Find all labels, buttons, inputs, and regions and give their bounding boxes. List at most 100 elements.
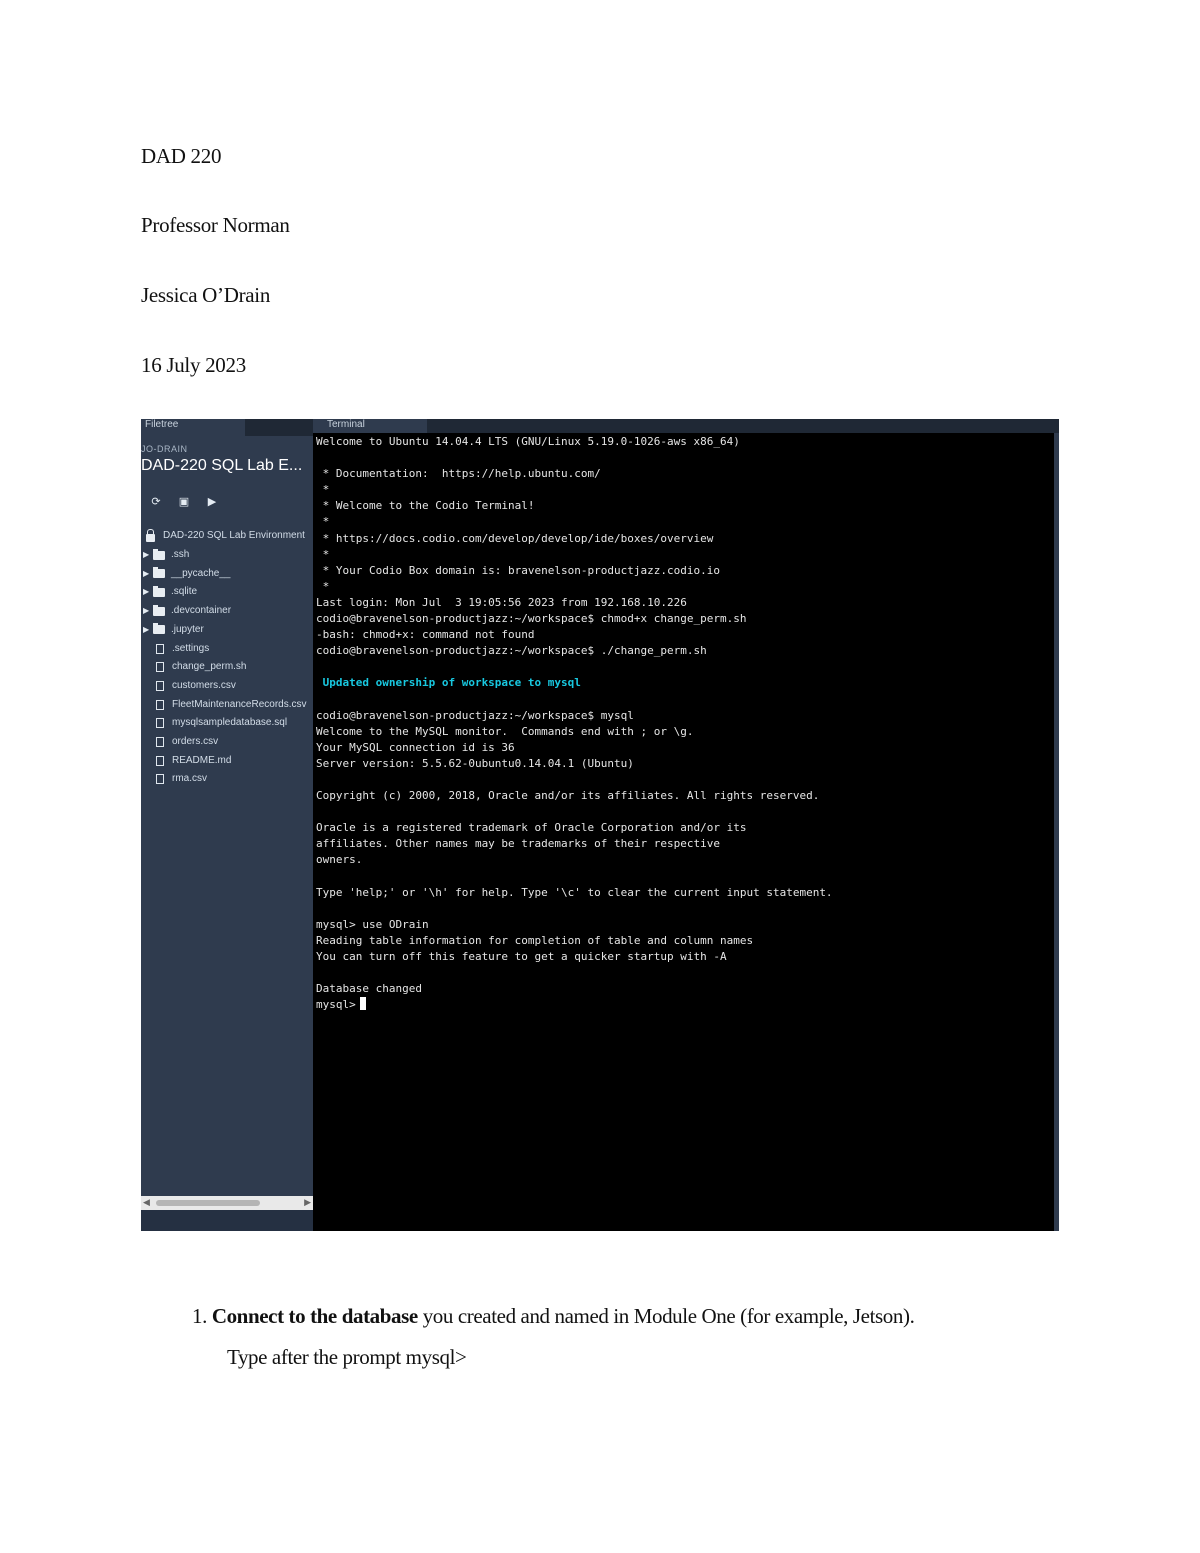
scrollbar-thumb[interactable] [156, 1200, 260, 1206]
tab-filetree[interactable]: Filetree [141, 419, 245, 436]
tree-root[interactable]: DAD-220 SQL Lab Environment [143, 527, 305, 545]
folder-icon [153, 548, 165, 560]
folder-icon [153, 585, 165, 597]
terminal-cursor [359, 997, 366, 1011]
terminal-line: Your MySQL connection id is 36 [316, 740, 515, 754]
folder-icon [153, 623, 165, 635]
terminal-line: * [316, 483, 330, 497]
lock-icon [146, 528, 155, 542]
panel-footer [141, 1210, 313, 1231]
course-title: DAD 220 [141, 144, 222, 168]
question-bold-text: Connect to the database [211, 1304, 418, 1328]
chevron-right-icon[interactable]: ▶ [143, 583, 153, 601]
tree-file[interactable]: change_perm.sh [143, 658, 247, 676]
tree-folder[interactable]: ▶ .sqlite [143, 583, 197, 601]
tree-folder-label: .devcontainer [171, 605, 232, 617]
terminal-line: Server version: 5.5.62-0ubuntu0.14.04.1 … [316, 756, 634, 770]
tree-file-label: FleetMaintenanceRecords.csv [172, 698, 307, 710]
tree-file-label: rma.csv [172, 773, 207, 785]
terminal-line: Copyright (c) 2000, 2018, Oracle and/or … [316, 789, 820, 803]
file-browser-panel: Filetree JO-DRAIN DAD-220 SQL Lab E... ⟳… [141, 419, 313, 1231]
terminal-line: Type 'help;' or '\h' for help. Type '\c'… [316, 885, 833, 899]
terminal-line: * https://docs.codio.com/develop/develop… [316, 531, 714, 545]
terminal-line: Updated ownership of workspace to mysql [316, 676, 581, 690]
question-instruction: Type after the prompt mysql> [227, 1345, 467, 1369]
tree-folder[interactable]: ▶ .ssh [143, 546, 189, 564]
file-icon [156, 755, 164, 766]
file-icon [156, 774, 164, 785]
tree-folder-label: .jupyter [171, 623, 204, 635]
terminal-line: Reading table information for completion… [316, 933, 754, 947]
terminal-line: Welcome to Ubuntu 14.04.4 LTS (GNU/Linux… [316, 435, 740, 448]
tree-file[interactable]: orders.csv [143, 733, 218, 751]
tree-file[interactable]: README.md [143, 752, 231, 770]
tree-folder-label: .sqlite [171, 586, 198, 598]
question-number: 1. [192, 1304, 207, 1328]
terminal-output[interactable]: Welcome to Ubuntu 14.04.4 LTS (GNU/Linux… [316, 434, 1051, 1013]
file-icon [156, 699, 164, 710]
horizontal-scrollbar[interactable]: ◀ ▶ [141, 1196, 313, 1210]
terminal-line: Database changed [316, 982, 422, 996]
folder-icon [153, 567, 165, 579]
question-1: 1. Connect to the database you created a… [192, 1303, 915, 1329]
tree-root-label: DAD-220 SQL Lab Environment [163, 530, 305, 541]
terminal-line: mysql> use ODrain [316, 917, 429, 931]
file-icon [156, 662, 164, 673]
chevron-right-icon[interactable]: ▶ [143, 621, 153, 639]
chevron-right-icon[interactable]: ▶ [143, 565, 153, 583]
tree-file[interactable]: .settings [143, 640, 209, 658]
tree-file[interactable]: customers.csv [143, 677, 236, 695]
codio-screenshot: Filetree JO-DRAIN DAD-220 SQL Lab E... ⟳… [141, 419, 1059, 1231]
terminal-line: codio@bravenelson-productjazz:~/workspac… [316, 644, 707, 658]
scroll-left-icon[interactable]: ◀ [143, 1197, 150, 1208]
terminal-line: codio@bravenelson-productjazz:~/workspac… [316, 612, 747, 626]
terminal-line: * [316, 547, 330, 561]
prompt-text: mysql> [316, 998, 356, 1012]
document-date: 16 July 2023 [141, 353, 246, 377]
project-title[interactable]: DAD-220 SQL Lab E... [141, 457, 302, 475]
tab-terminal[interactable]: Terminal [313, 419, 427, 433]
tree-file[interactable]: rma.csv [143, 770, 207, 788]
question-text: you created and named in Module One (for… [417, 1304, 915, 1328]
refresh-icon[interactable]: ⟳ [149, 495, 163, 509]
terminal-line: * Your Codio Box domain is: bravenelson-… [316, 563, 720, 577]
chevron-right-icon[interactable]: ▶ [143, 546, 153, 564]
terminal-line: * [316, 515, 330, 529]
terminal-line: Welcome to the MySQL monitor. Commands e… [316, 724, 694, 738]
tree-file-label: mysqlsampledatabase.sql [172, 717, 288, 729]
professor-name: Professor Norman [141, 213, 290, 237]
terminal-tab-bar: Terminal [313, 419, 1059, 433]
tree-folder[interactable]: ▶ __pycache__ [143, 565, 231, 583]
preview-icon[interactable]: ▣ [177, 495, 191, 509]
tree-folder-label: __pycache__ [171, 567, 231, 579]
scroll-right-icon[interactable]: ▶ [304, 1197, 311, 1208]
terminal-line: owners. [316, 853, 363, 867]
tree-folder[interactable]: ▶ .jupyter [143, 621, 204, 639]
filetree-tab-bar: Filetree [141, 419, 313, 436]
tree-file-label: orders.csv [172, 736, 219, 747]
tree-folder[interactable]: ▶ .devcontainer [143, 602, 231, 620]
file-icon [156, 643, 164, 654]
terminal-line: Last login: Mon Jul 3 19:05:56 2023 from… [316, 595, 687, 609]
project-owner: JO-DRAIN [141, 444, 188, 454]
terminal-line: You can turn off this feature to get a q… [316, 950, 727, 963]
terminal-line: Oracle is a registered trademark of Orac… [316, 821, 747, 835]
tree-file[interactable]: mysqlsampledatabase.sql [143, 714, 287, 732]
tree-file-label: customers.csv [172, 679, 236, 691]
terminal-prompt[interactable]: mysql> [316, 997, 1051, 1013]
tree-file[interactable]: FleetMaintenanceRecords.csv [143, 696, 307, 714]
chevron-right-icon[interactable]: ▶ [143, 602, 153, 620]
terminal-line: * [316, 579, 330, 593]
terminal-scrollbar[interactable] [1054, 433, 1059, 1231]
terminal-line: affiliates. Other names may be trademark… [316, 837, 720, 851]
file-icon [156, 718, 164, 729]
play-icon[interactable]: ▶ [205, 495, 219, 509]
terminal-line: -bash: chmod+x: command not found [316, 628, 535, 642]
